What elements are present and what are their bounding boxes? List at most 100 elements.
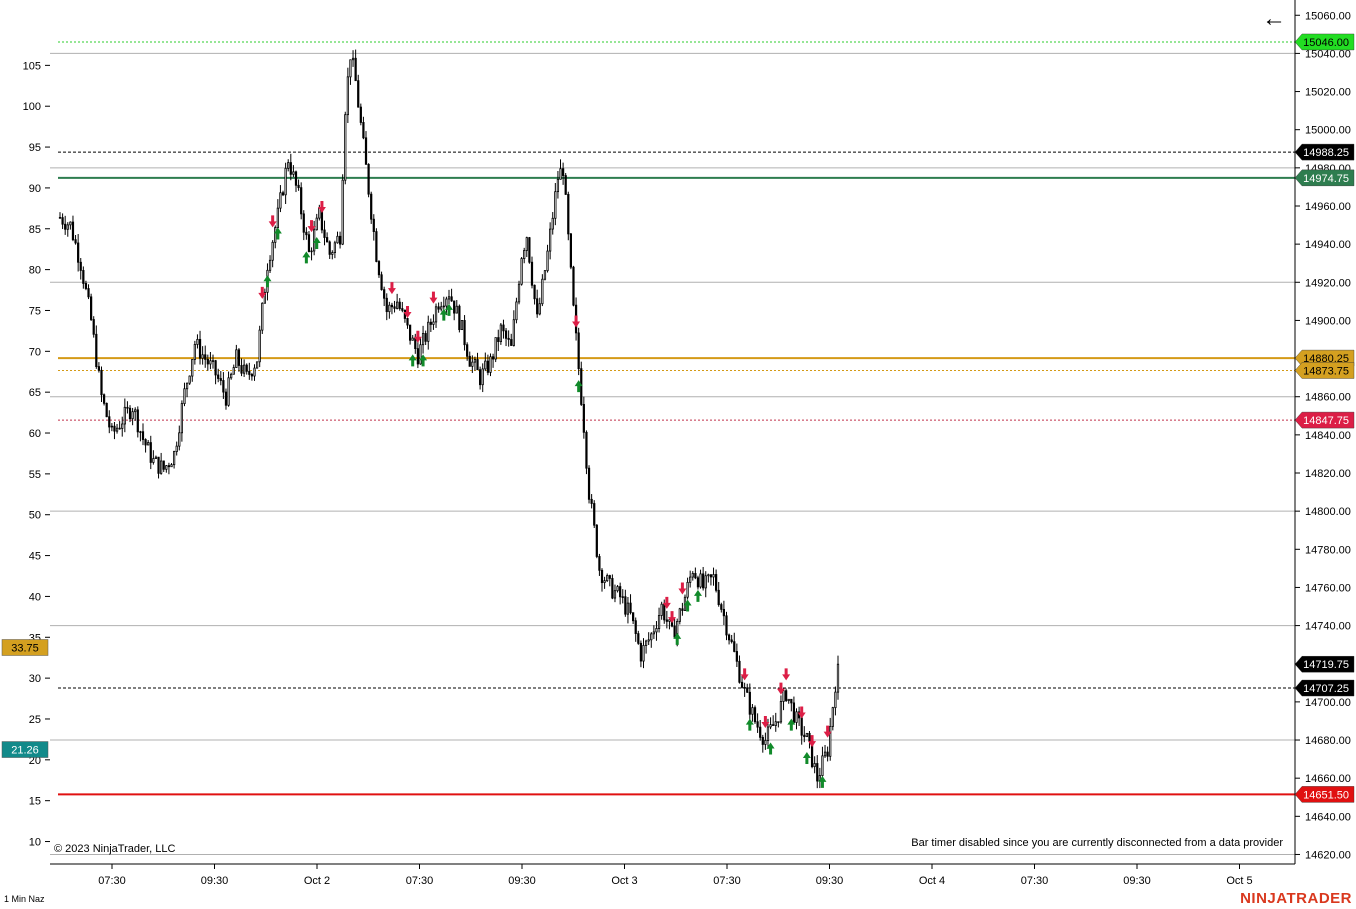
price-tags: 15046.0014988.2514974.7514880.2514873.75… xyxy=(1294,33,1355,803)
candle-body xyxy=(377,261,381,276)
candle-body xyxy=(834,691,837,709)
candle-body xyxy=(759,726,762,738)
candle xyxy=(725,611,728,641)
candle-body xyxy=(637,633,640,644)
candle-body xyxy=(165,465,168,470)
candle-body xyxy=(826,751,829,757)
candle-body xyxy=(520,258,523,285)
price-tick-label: 14660.00 xyxy=(1305,773,1351,785)
candle xyxy=(556,171,560,199)
candle-body xyxy=(632,612,635,622)
candle xyxy=(476,352,479,371)
candle-body xyxy=(533,284,536,300)
candle-body xyxy=(678,608,681,622)
candle xyxy=(390,302,394,315)
candle xyxy=(805,732,808,738)
price-level-tag: 14974.75 xyxy=(1294,169,1355,187)
candle xyxy=(338,231,342,249)
candle xyxy=(95,325,98,369)
time-tick-label: Oct 5 xyxy=(1226,875,1252,887)
candle xyxy=(419,337,422,365)
candle xyxy=(803,726,806,743)
price-tick-label: 15020.00 xyxy=(1305,87,1351,99)
indicator-tag-label: 33.75 xyxy=(11,642,39,654)
candle-body xyxy=(572,266,575,306)
indicator-tick-label: 50 xyxy=(29,510,41,522)
indicator-tick-label: 55 xyxy=(29,469,41,481)
candle-body xyxy=(193,344,196,360)
candle-body xyxy=(479,369,482,386)
candle xyxy=(533,284,536,305)
candle-body xyxy=(419,344,422,365)
candle xyxy=(709,574,713,586)
candle-body xyxy=(357,80,360,108)
instrument-label[interactable]: 1 Min Naz xyxy=(4,894,45,904)
arrow-left-icon[interactable]: ← xyxy=(1261,6,1287,32)
time-tick-label: Oct 2 xyxy=(304,875,330,887)
candle xyxy=(434,303,438,328)
candle-body xyxy=(123,406,126,425)
candle xyxy=(611,574,614,600)
candle xyxy=(227,371,230,407)
time-tick-label: 07:30 xyxy=(1021,875,1049,887)
candle xyxy=(829,717,832,761)
candle xyxy=(738,655,741,684)
candle-body xyxy=(196,338,199,345)
candle xyxy=(292,165,295,177)
candle xyxy=(608,574,611,587)
candle xyxy=(69,221,72,230)
candle-body xyxy=(528,237,531,263)
price-tag-label: 14719.75 xyxy=(1303,659,1349,671)
candle-body xyxy=(235,349,238,368)
candle xyxy=(559,159,562,180)
candle xyxy=(274,225,277,249)
candle-body xyxy=(336,235,339,244)
candle-body xyxy=(655,628,658,633)
candle xyxy=(97,362,101,373)
price-chart[interactable]: 15060.0015040.0015020.0015000.0014980.00… xyxy=(0,0,1356,909)
candle-body xyxy=(429,321,432,325)
candle xyxy=(61,213,64,230)
price-tick-label: 14800.00 xyxy=(1305,506,1351,518)
candle-body xyxy=(445,298,448,307)
candle-body xyxy=(201,354,204,359)
candle xyxy=(183,382,186,407)
candle-body xyxy=(538,303,541,315)
candle xyxy=(333,240,337,259)
indicator-tick-label: 100 xyxy=(23,101,41,113)
candle-body xyxy=(134,409,137,413)
candle-body xyxy=(344,114,347,181)
candle xyxy=(772,715,775,726)
candle xyxy=(421,325,425,354)
candle-body xyxy=(792,702,796,723)
candle-body xyxy=(549,228,552,252)
candle xyxy=(774,712,777,732)
candle xyxy=(691,571,694,581)
candle-body xyxy=(167,465,171,468)
candle-body xyxy=(180,403,183,434)
candle xyxy=(639,640,643,668)
indicator-tick-label: 85 xyxy=(29,224,41,236)
candle-body xyxy=(808,732,811,742)
candle xyxy=(694,567,697,580)
candle-body xyxy=(580,368,583,405)
candle xyxy=(268,255,272,273)
candle-body xyxy=(408,324,412,341)
candle-body xyxy=(232,367,235,375)
candle-body xyxy=(665,619,668,622)
candle xyxy=(354,49,357,82)
candle-body xyxy=(707,574,710,577)
candle xyxy=(429,318,432,332)
candle-body xyxy=(300,187,303,215)
candle xyxy=(172,450,176,469)
indicator-tick-label: 95 xyxy=(29,142,41,154)
candle xyxy=(689,570,692,588)
candle-body xyxy=(61,217,64,225)
candle-body xyxy=(136,409,139,433)
candle xyxy=(196,334,199,349)
candle xyxy=(427,315,430,350)
candle-body xyxy=(743,687,746,689)
candle xyxy=(370,191,373,224)
candle-body xyxy=(268,259,272,271)
candle-body xyxy=(491,356,495,360)
